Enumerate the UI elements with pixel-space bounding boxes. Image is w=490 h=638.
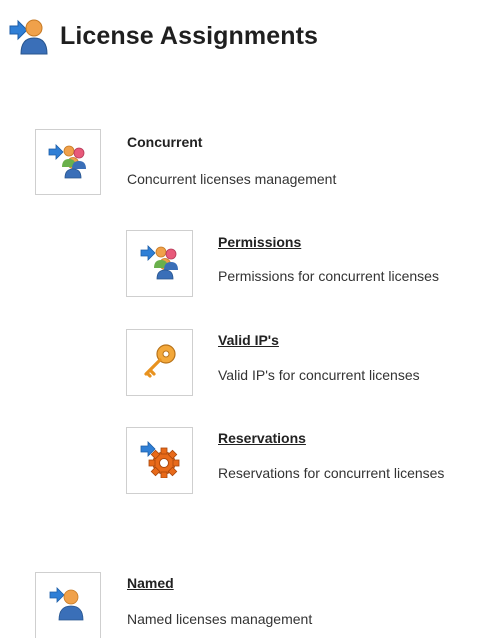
permissions-link[interactable]: Permissions bbox=[218, 234, 301, 250]
named-description: Named licenses management bbox=[127, 611, 313, 627]
permissions-description: Permissions for concurrent licenses bbox=[218, 268, 439, 284]
named-link[interactable]: Named bbox=[127, 575, 174, 591]
valid-ips-icon-box[interactable] bbox=[126, 329, 193, 396]
valid-ips-description: Valid IP's for concurrent licenses bbox=[218, 367, 420, 383]
concurrent-description: Concurrent licenses management bbox=[127, 171, 337, 187]
reservations-link[interactable]: Reservations bbox=[218, 430, 306, 446]
permissions-icon-box[interactable] bbox=[126, 230, 193, 297]
concurrent-icon-box[interactable] bbox=[35, 129, 101, 195]
page-header: License Assignments bbox=[8, 14, 318, 58]
page-title: License Assignments bbox=[60, 21, 319, 50]
named-icon-box[interactable] bbox=[35, 572, 101, 638]
user-arrow-icon bbox=[49, 584, 87, 627]
group-arrow-icon bbox=[48, 141, 88, 184]
gear-arrow-icon bbox=[140, 438, 180, 483]
reservations-icon-box[interactable] bbox=[126, 427, 193, 494]
reservations-description: Reservations for concurrent licenses bbox=[218, 465, 445, 481]
concurrent-title: Concurrent bbox=[127, 134, 203, 150]
key-icon bbox=[140, 340, 180, 385]
group-arrow-icon bbox=[140, 242, 180, 285]
valid-ips-link[interactable]: Valid IP's bbox=[218, 332, 279, 348]
user-arrow-icon bbox=[8, 16, 54, 56]
